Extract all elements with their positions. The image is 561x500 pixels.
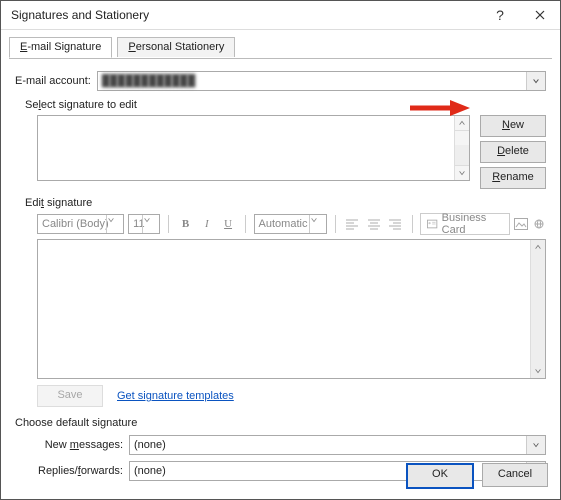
select-signature-label: Select signature to edit	[25, 99, 546, 111]
help-button[interactable]: ?	[480, 1, 520, 29]
dialog-window: Signatures and Stationery ? E-mail Signa…	[0, 0, 561, 500]
chevron-down-icon	[532, 77, 540, 85]
signature-listbox[interactable]	[37, 115, 470, 181]
listbox-scrollbar[interactable]	[454, 116, 469, 180]
close-icon	[535, 10, 545, 20]
new-messages-label: New messages:	[15, 439, 129, 451]
email-account-label: E-mail account:	[15, 75, 91, 87]
insert-picture-button[interactable]	[514, 216, 528, 232]
email-account-chevron[interactable]	[526, 72, 545, 90]
chevron-up-icon	[534, 243, 542, 251]
align-left-icon	[345, 218, 359, 230]
new-messages-value: (none)	[134, 439, 166, 451]
titlebar: Signatures and Stationery ?	[1, 1, 560, 30]
tab-row: E-mail Signature Personal Stationery	[9, 36, 552, 59]
signature-side-buttons: New Delete Rename	[480, 115, 546, 189]
business-card-icon	[427, 219, 437, 229]
email-account-row: E-mail account: ████████████	[15, 71, 546, 91]
window-title: Signatures and Stationery	[11, 8, 480, 22]
scroll-down-button[interactable]	[531, 364, 545, 378]
chevron-button[interactable]	[526, 436, 545, 454]
link-icon	[532, 218, 546, 230]
editor-scrollbar[interactable]	[530, 240, 545, 378]
get-templates-link[interactable]: Get signature templates	[117, 390, 234, 402]
chevron-down-icon	[143, 216, 151, 224]
tab-email-signature[interactable]: E-mail Signature	[9, 37, 112, 58]
align-right-icon	[388, 218, 402, 230]
insert-hyperlink-button[interactable]	[532, 216, 546, 232]
scroll-up-button[interactable]	[531, 240, 545, 254]
chevron-down-icon	[532, 441, 540, 449]
replies-forwards-label: Replies/forwards:	[15, 465, 129, 477]
chevron-down-icon	[458, 169, 466, 177]
signature-editor[interactable]	[37, 239, 546, 379]
chevron-down-icon	[310, 216, 318, 224]
formatting-toolbar: Calibri (Body) 11 B I U Automatic	[37, 213, 546, 235]
business-card-label: Business Card	[442, 212, 503, 236]
bold-button[interactable]: B	[177, 214, 194, 234]
ok-button[interactable]: OK	[406, 463, 474, 489]
picture-icon	[514, 218, 528, 230]
chevron-down-icon	[107, 216, 115, 224]
new-button[interactable]: New	[480, 115, 546, 137]
delete-button[interactable]: Delete	[480, 141, 546, 163]
chevron-up-icon	[458, 119, 466, 127]
edit-signature-label: Edit signature	[25, 197, 546, 209]
align-right-button[interactable]	[386, 214, 403, 234]
font-color-value: Automatic	[259, 218, 308, 230]
scroll-down-button[interactable]	[455, 165, 469, 180]
align-left-button[interactable]	[344, 214, 361, 234]
dialog-footer: OK Cancel	[406, 463, 548, 489]
save-row: Save Get signature templates	[37, 385, 546, 407]
scroll-up-button[interactable]	[455, 116, 469, 131]
email-account-value: ████████████	[102, 75, 196, 87]
font-value: Calibri (Body)	[42, 218, 109, 230]
chevron-down-icon	[534, 367, 542, 375]
align-center-icon	[367, 218, 381, 230]
close-button[interactable]	[520, 1, 560, 29]
font-color-combo[interactable]: Automatic	[254, 214, 327, 234]
align-center-button[interactable]	[365, 214, 382, 234]
font-size-combo[interactable]: 11	[128, 214, 160, 234]
save-button[interactable]: Save	[37, 385, 103, 407]
font-combo[interactable]: Calibri (Body)	[37, 214, 124, 234]
new-messages-combo[interactable]: (none)	[129, 435, 546, 455]
italic-button[interactable]: I	[198, 214, 215, 234]
tab-panel: E-mail account: ████████████ Select sign…	[1, 59, 560, 485]
tab-personal-stationery[interactable]: Personal Stationery	[117, 37, 235, 57]
rename-button[interactable]: Rename	[480, 167, 546, 189]
business-card-button[interactable]: Business Card	[420, 213, 510, 235]
email-account-combo[interactable]: ████████████	[97, 71, 546, 91]
cancel-button[interactable]: Cancel	[482, 463, 548, 487]
underline-button[interactable]: U	[219, 214, 236, 234]
choose-default-label: Choose default signature	[15, 417, 546, 429]
replies-forwards-value: (none)	[134, 465, 166, 477]
